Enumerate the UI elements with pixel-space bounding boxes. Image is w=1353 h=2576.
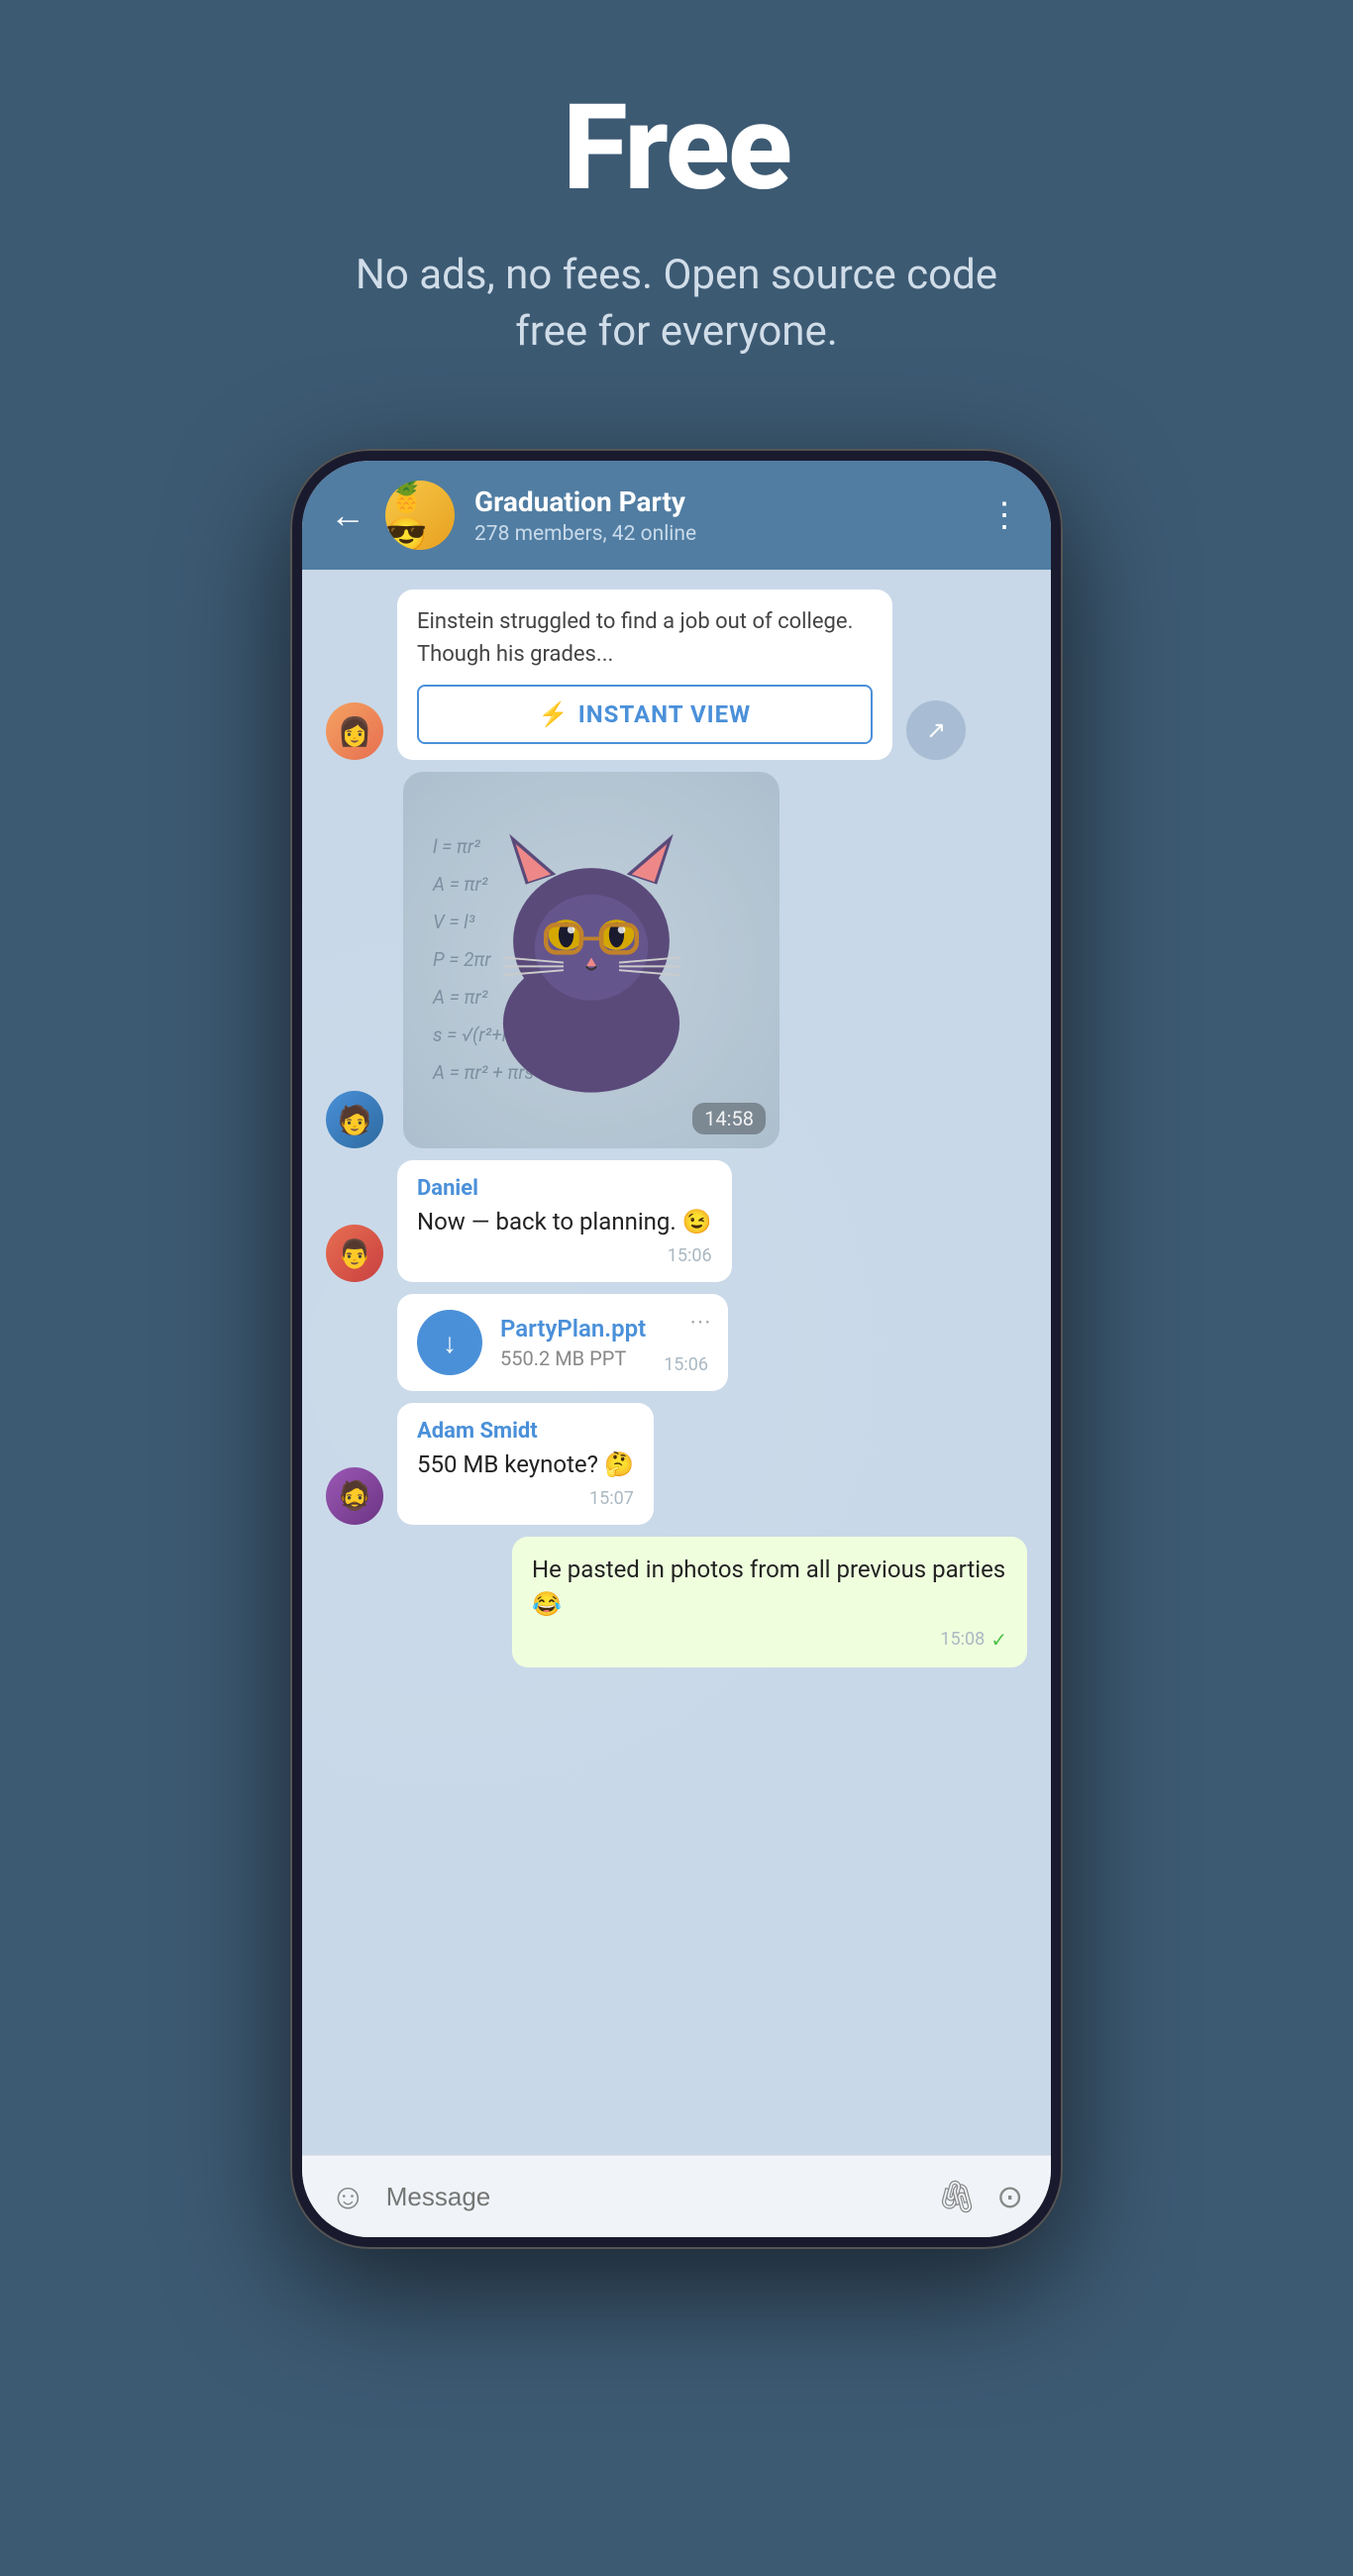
share-button[interactable]: ↗ — [906, 700, 966, 760]
instant-view-button[interactable]: ⚡ INSTANT VIEW — [417, 685, 873, 744]
sticker-time: 14:58 — [692, 1103, 766, 1134]
file-message-row: ⋯ ↓ PartyPlan.ppt 550.2 MB PPT 15:06 — [326, 1294, 1027, 1391]
sticker-area: l = πr² A = πr² V = l³ P = 2πr A = πr² s… — [403, 772, 780, 1148]
instant-view-bubble: Einstein struggled to find a job out of … — [397, 590, 892, 760]
group-avatar: 🍍😎 — [385, 481, 455, 550]
group-avatar-emoji: 🍍😎 — [385, 481, 455, 550]
chat-info: Graduation Party 278 members, 42 online — [474, 485, 968, 546]
file-name: PartyPlan.ppt — [500, 1315, 646, 1342]
adam-sender-name: Adam Smidt — [417, 1419, 634, 1444]
daniel-message-row: 👨 Daniel Now — back to planning. 😉 15:06 — [326, 1160, 1027, 1282]
message-input[interactable] — [386, 2182, 917, 2212]
avatar-boy1: 🧑 — [326, 1091, 383, 1148]
adam-message-text: 550 MB keynote? 🤔 — [417, 1448, 634, 1482]
sent-checkmark-icon: ✓ — [990, 1628, 1007, 1652]
adam-bubble: Adam Smidt 550 MB keynote? 🤔 15:07 — [397, 1403, 654, 1525]
avatar-daniel: 👨 — [326, 1225, 383, 1282]
emoji-button[interactable]: ☺ — [330, 2176, 366, 2217]
back-button[interactable]: ← — [330, 497, 365, 533]
daniel-message-time: 15:06 — [417, 1245, 712, 1266]
hero-section: Free No ads, no fees. Open source code f… — [0, 0, 1353, 419]
chat-name: Graduation Party — [474, 485, 968, 519]
file-download-button[interactable]: ↓ — [417, 1310, 482, 1375]
attach-button[interactable]: 🖇 — [937, 2178, 978, 2215]
avatar-girl: 👩 — [326, 702, 383, 760]
download-icon: ↓ — [443, 1327, 457, 1359]
share-icon: ↗ — [926, 716, 946, 744]
instant-view-label: INSTANT VIEW — [578, 700, 751, 728]
chat-meta: 278 members, 42 online — [474, 522, 968, 546]
messages-area: 👩 Einstein struggled to find a job out o… — [302, 570, 1051, 2155]
cat-sticker-svg — [453, 821, 730, 1099]
adam-message-row: 🧔 Adam Smidt 550 MB keynote? 🤔 15:07 — [326, 1403, 1027, 1525]
bottom-bar: ☺ 🖇 ⊙ — [302, 2155, 1051, 2237]
instant-view-text: Einstein struggled to find a job out of … — [417, 605, 873, 671]
file-info: PartyPlan.ppt 550.2 MB PPT — [500, 1315, 646, 1370]
chat-header: ← 🍍😎 Graduation Party 278 members, 42 on… — [302, 461, 1051, 570]
daniel-sender-name: Daniel — [417, 1176, 712, 1201]
adam-message-time: 15:07 — [417, 1488, 634, 1509]
phone-screen: ← 🍍😎 Graduation Party 278 members, 42 on… — [302, 461, 1051, 2237]
lightning-icon: ⚡ — [539, 700, 569, 728]
daniel-message-text: Now — back to planning. 😉 — [417, 1205, 712, 1239]
outgoing-message-row: He pasted in photos from all previous pa… — [326, 1537, 1027, 1667]
file-time: 15:06 — [664, 1354, 708, 1375]
file-more-button[interactable]: ⋯ — [689, 1310, 712, 1335]
hero-subtitle: No ads, no fees. Open source code free f… — [340, 248, 1013, 360]
outgoing-message-time: 15:08 ✓ — [532, 1628, 1007, 1652]
avatar-adam: 🧔 — [326, 1467, 383, 1525]
phone-outer-frame: ← 🍍😎 Graduation Party 278 members, 42 on… — [290, 449, 1063, 2249]
daniel-bubble: Daniel Now — back to planning. 😉 15:06 — [397, 1160, 732, 1282]
more-button[interactable]: ⋮ — [988, 495, 1023, 535]
file-bubble: ⋯ ↓ PartyPlan.ppt 550.2 MB PPT 15:06 — [397, 1294, 728, 1391]
camera-button[interactable]: ⊙ — [996, 2178, 1023, 2215]
instant-view-message: 👩 Einstein struggled to find a job out o… — [326, 590, 1027, 760]
outgoing-message-text: He pasted in photos from all previous pa… — [532, 1553, 1007, 1622]
file-size: 550.2 MB PPT — [500, 1346, 646, 1370]
phone-mockup: ← 🍍😎 Graduation Party 278 members, 42 on… — [290, 449, 1063, 2249]
hero-title: Free — [563, 79, 790, 218]
outgoing-bubble: He pasted in photos from all previous pa… — [512, 1537, 1027, 1667]
sticker-message: 🧑 l = πr² A = πr² V = l³ P = 2πr A = πr²… — [326, 772, 1027, 1148]
